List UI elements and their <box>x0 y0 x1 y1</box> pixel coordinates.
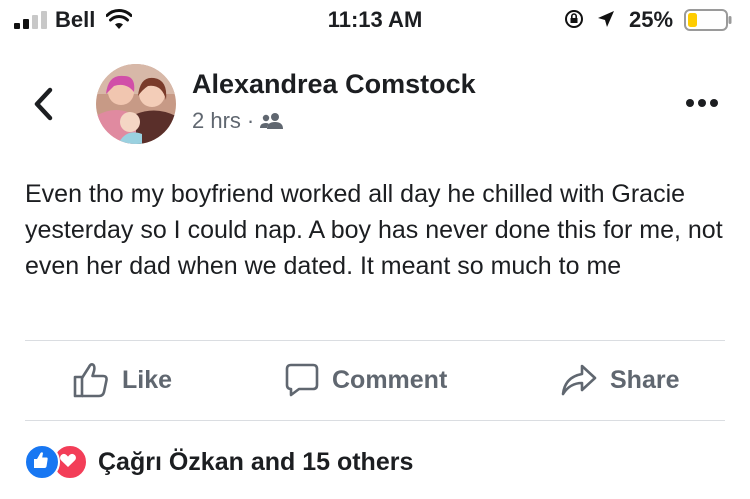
post-text: Even tho my boyfriend worked all day he … <box>25 180 723 280</box>
divider-top <box>25 340 725 341</box>
back-arrow-icon[interactable] <box>30 86 58 122</box>
reaction-summary[interactable]: Çağrı Özkan and 15 others <box>24 444 413 480</box>
battery-percentage: 25% <box>629 7 674 32</box>
like-label: Like <box>122 365 173 394</box>
meta-separator: · <box>246 108 255 133</box>
location-arrow-icon <box>598 11 614 27</box>
post-timestamp[interactable]: 2 hrs <box>192 108 241 134</box>
more-options-icon[interactable] <box>684 97 720 109</box>
battery-icon <box>684 9 732 31</box>
thumbs-up-icon <box>73 363 108 398</box>
divider-bottom <box>25 420 725 421</box>
friends-icon[interactable] <box>260 112 284 130</box>
avatar[interactable] <box>96 64 176 144</box>
comment-button[interactable]: Comment <box>284 360 447 400</box>
share-button[interactable]: Share <box>560 360 679 400</box>
rotation-lock-icon <box>565 10 583 28</box>
battery-fill <box>688 13 697 27</box>
share-label: Share <box>610 365 680 394</box>
post-meta: 2 hrs · <box>192 108 284 134</box>
status-bar: Bell 11:13 AM 25% <box>0 0 750 40</box>
comment-label: Comment <box>332 365 448 394</box>
comment-icon <box>285 363 319 397</box>
share-arrow-icon <box>561 364 597 396</box>
author-name[interactable]: Alexandrea Comstock <box>192 69 476 100</box>
like-reaction-icon <box>24 444 60 480</box>
reaction-summary-text: Çağrı Özkan and 15 others <box>98 447 414 476</box>
like-button[interactable]: Like <box>72 360 172 400</box>
